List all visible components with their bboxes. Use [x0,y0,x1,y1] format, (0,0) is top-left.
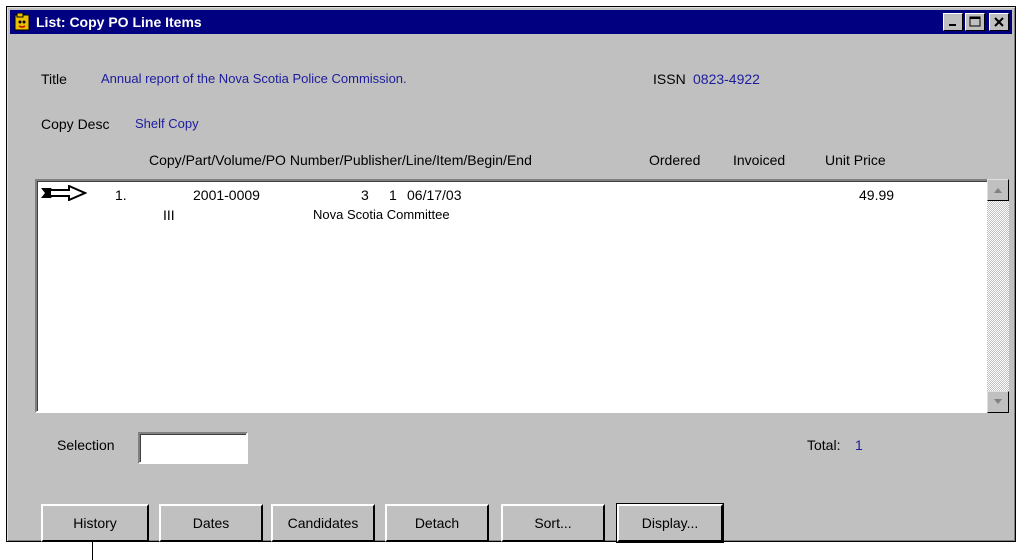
maximize-icon [969,16,981,27]
title-label: Title [41,71,67,87]
display-button[interactable]: Display... [616,503,724,543]
scroll-up-button[interactable] [987,179,1009,201]
maximize-button[interactable] [965,13,985,31]
history-button[interactable]: History [41,504,149,542]
row-po-number: 2001-0009 [193,187,260,203]
row-volume: III [163,207,175,223]
arrow-up-icon [994,188,1002,193]
close-button[interactable] [989,13,1009,31]
column-header-invoiced: Invoiced [733,152,786,168]
candidates-button[interactable]: Candidates [271,504,375,542]
selection-input[interactable] [138,432,248,464]
callout-pointer-line [92,540,93,560]
folder-app-icon [14,13,30,31]
total-value: 1 [855,437,863,453]
arrow-down-icon [994,399,1002,404]
scroll-down-button[interactable] [987,391,1009,413]
issn-value: 0823-4922 [693,71,760,87]
minimize-button[interactable] [943,13,963,31]
copy-desc-value: Shelf Copy [135,116,199,131]
current-row-arrow-icon [41,185,87,201]
copy-desc-label: Copy Desc [41,116,110,132]
detach-button[interactable]: Detach [385,504,489,542]
column-header-main: Copy/Part/Volume/PO Number/Publisher/Lin… [149,152,532,168]
window-controls [943,13,1009,31]
po-line-items-window: List: Copy PO Line Items Title Annual re… [6,6,1016,543]
window-title: List: Copy PO Line Items [36,14,202,30]
minimize-icon [949,24,956,26]
title-value: Annual report of the Nova Scotia Police … [101,71,407,86]
row-publisher: Nova Scotia Committee [313,207,450,222]
row-index: 1. [115,187,127,203]
column-header-unit-price: Unit Price [825,152,886,168]
issn-label: ISSN [653,71,686,87]
title-bar[interactable]: List: Copy PO Line Items [10,10,1012,34]
row-line: 3 [361,187,369,203]
dates-button[interactable]: Dates [159,504,263,542]
row-unit-price: 49.99 [859,187,895,203]
selection-label: Selection [57,437,115,453]
vertical-scrollbar[interactable] [987,179,1009,413]
row-begin-date: 06/17/03 [407,187,462,203]
sort-button[interactable]: Sort... [501,504,605,542]
close-icon [994,17,1004,27]
column-header-ordered: Ordered [649,152,701,168]
total-label: Total: [807,437,841,453]
table-row[interactable]: 1. 2001-0009 3 1 06/17/03 49.99 III Nova… [37,181,987,229]
row-item: 1 [389,187,397,203]
po-line-list[interactable]: 1. 2001-0009 3 1 06/17/03 49.99 III Nova… [35,179,989,413]
